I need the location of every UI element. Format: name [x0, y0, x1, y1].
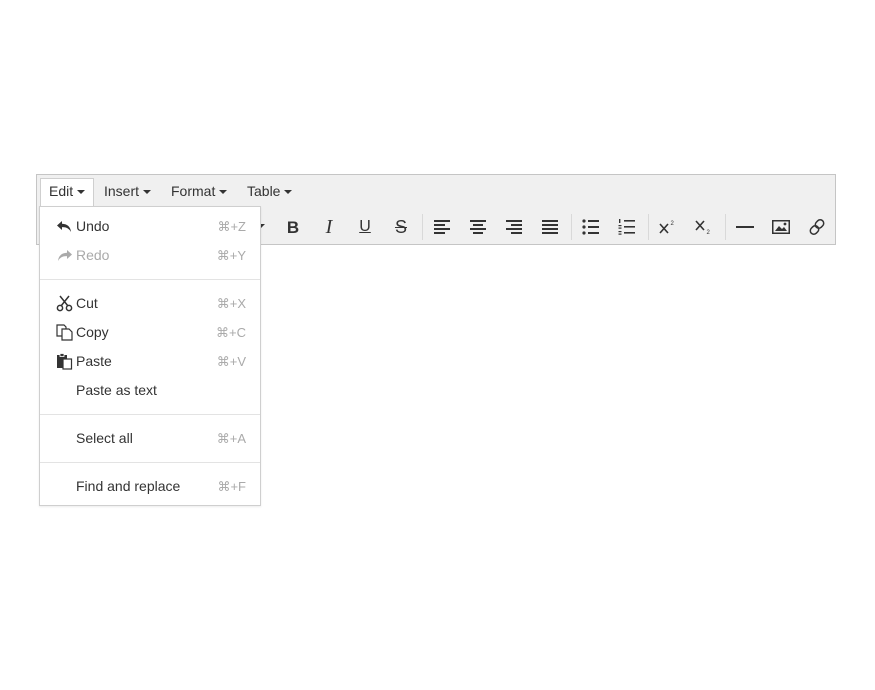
- toolbar-divider: [571, 214, 572, 240]
- image-button[interactable]: [765, 209, 797, 245]
- align-right-button[interactable]: [498, 209, 530, 245]
- italic-icon: I: [325, 216, 333, 238]
- image-icon: [772, 220, 790, 234]
- menu-insert[interactable]: Insert: [96, 178, 159, 205]
- chevron-down-icon: [284, 190, 293, 195]
- bold-icon: B: [286, 217, 300, 237]
- underline-button[interactable]: U: [349, 209, 381, 245]
- menu-item-paste-as-text[interactable]: Paste as text: [40, 376, 260, 405]
- chevron-down-icon: [77, 190, 86, 195]
- numbered-list-icon: [618, 219, 635, 235]
- menu-format-label: Format: [171, 183, 216, 199]
- align-left-button[interactable]: [426, 209, 458, 245]
- subscript-button[interactable]: 2: [688, 209, 720, 245]
- menu-edit[interactable]: Edit: [40, 178, 95, 206]
- numbered-list-button[interactable]: [611, 209, 643, 245]
- align-justify-button[interactable]: [534, 209, 566, 245]
- strikethrough-icon: S: [394, 217, 407, 237]
- horizontal-rule-icon: [736, 226, 754, 228]
- menubar: Edit Insert Format Table: [37, 175, 835, 207]
- toolbar-divider: [422, 214, 423, 240]
- shortcut-label: ⌘+F: [217, 479, 246, 494]
- paste-icon: [57, 353, 73, 370]
- cut-icon: [56, 295, 73, 312]
- menu-item-label: Select all: [76, 430, 133, 446]
- menu-item-label: Paste as text: [76, 382, 157, 398]
- menu-item-label: Paste: [76, 353, 112, 369]
- superscript-icon: 2: [659, 221, 675, 234]
- menu-insert-label: Insert: [104, 183, 140, 199]
- menu-divider: [40, 414, 260, 415]
- menu-format[interactable]: Format: [163, 178, 235, 205]
- bullet-list-icon: [582, 219, 599, 235]
- svg-text:2: 2: [707, 230, 711, 235]
- copy-icon: [56, 324, 73, 341]
- align-center-button[interactable]: [462, 209, 494, 245]
- menu-item-paste[interactable]: Paste ⌘+V: [40, 347, 260, 376]
- bullet-list-button[interactable]: [575, 209, 607, 245]
- menu-table-label: Table: [247, 183, 281, 199]
- menu-item-label: Copy: [76, 324, 109, 340]
- toolbar-divider: [648, 214, 649, 240]
- shortcut-label: ⌘+X: [216, 296, 246, 311]
- strikethrough-button[interactable]: S: [385, 209, 417, 245]
- subscript-icon: 2: [695, 220, 711, 235]
- shortcut-label: ⌘+C: [216, 325, 246, 340]
- link-icon: [809, 219, 825, 235]
- undo-icon: [57, 221, 71, 232]
- menu-item-label: Cut: [76, 295, 98, 311]
- menu-divider: [40, 279, 260, 280]
- align-left-icon: [434, 220, 450, 234]
- menu-item-find-and-replace[interactable]: Find and replace ⌘+F: [40, 472, 260, 501]
- align-justify-icon: [542, 220, 558, 234]
- bold-button[interactable]: B: [277, 209, 309, 245]
- align-center-icon: [470, 220, 486, 234]
- align-right-icon: [506, 220, 522, 234]
- menu-item-label: Undo: [76, 218, 110, 234]
- menu-item-label: Find and replace: [76, 478, 181, 494]
- menu-table[interactable]: Table: [239, 178, 300, 205]
- italic-button[interactable]: I: [313, 209, 345, 245]
- menu-divider: [40, 462, 260, 463]
- menu-item-cut[interactable]: Cut ⌘+X: [40, 289, 260, 318]
- edit-menu-dropdown: Undo ⌘+Z Redo ⌘+Y Cut ⌘+X Copy ⌘+C Paste…: [39, 206, 261, 506]
- menu-item-copy[interactable]: Copy ⌘+C: [40, 318, 260, 347]
- redo-icon: [58, 250, 72, 261]
- horizontal-rule-button[interactable]: [729, 209, 761, 245]
- chevron-down-icon: [143, 190, 152, 195]
- superscript-button[interactable]: 2: [652, 209, 684, 245]
- underline-icon: U: [359, 218, 371, 235]
- shortcut-label: ⌘+Z: [217, 219, 246, 234]
- shortcut-label: ⌘+Y: [216, 248, 246, 263]
- menu-item-select-all[interactable]: Select all ⌘+A: [40, 424, 260, 453]
- menu-item-undo[interactable]: Undo ⌘+Z: [40, 212, 260, 241]
- toolbar-divider: [725, 214, 726, 240]
- svg-text:2: 2: [671, 221, 675, 227]
- shortcut-label: ⌘+V: [216, 354, 246, 369]
- menu-edit-label: Edit: [49, 183, 74, 199]
- menu-item-redo[interactable]: Redo ⌘+Y: [40, 241, 260, 270]
- menu-item-label: Redo: [76, 247, 110, 263]
- link-button[interactable]: [801, 209, 833, 245]
- shortcut-label: ⌘+A: [216, 431, 246, 446]
- chevron-down-icon: [219, 190, 228, 195]
